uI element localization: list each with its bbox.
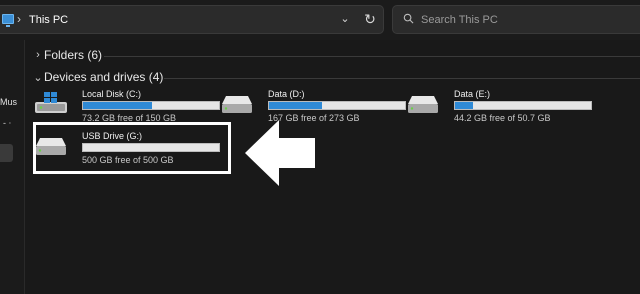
content-pane: › Folders (6) ⌄ Devices and drives (4) L… xyxy=(25,40,640,294)
address-history-dropdown-button[interactable]: ⌄ xyxy=(338,12,352,26)
windows-drive-icon xyxy=(35,92,67,113)
drive-name: Local Disk (C:) xyxy=(82,89,142,99)
group-divider xyxy=(164,78,640,79)
arrow-left-icon xyxy=(245,120,315,186)
chevron-right-icon[interactable]: › xyxy=(33,49,43,61)
drive-name: Data (E:) xyxy=(454,89,491,99)
drive-usage-bar xyxy=(454,101,592,110)
hard-drive-icon xyxy=(222,96,252,113)
highlight-box xyxy=(33,122,231,174)
drive-usage-fill xyxy=(83,102,153,109)
this-pc-icon xyxy=(2,14,14,27)
nav-pin-mark: - ⋅ xyxy=(3,118,12,128)
title-address-bar: › This PC ⌄ ↻ xyxy=(0,0,640,40)
drive-name: Data (D:) xyxy=(268,89,305,99)
breadcrumb-chevron-icon[interactable]: › xyxy=(17,12,21,26)
drive-usage-fill xyxy=(455,102,473,109)
group-header-folders[interactable]: › Folders (6) xyxy=(32,47,640,65)
refresh-button[interactable]: ↻ xyxy=(362,11,378,27)
drive-usage-bar xyxy=(82,101,220,110)
drive-free-space: 44.2 GB free of 50.7 GB xyxy=(454,113,551,123)
drive-usage-bar xyxy=(268,101,406,110)
navigation-pane: Mus - ⋅ xyxy=(0,40,24,294)
nav-item-music-label[interactable]: Mus xyxy=(0,97,17,107)
drive-tile-e[interactable]: Data (E:) 44.2 GB free of 50.7 GB xyxy=(407,89,597,129)
search-input[interactable] xyxy=(421,12,631,28)
chevron-down-icon[interactable]: ⌄ xyxy=(33,71,43,84)
drive-usage-fill xyxy=(269,102,323,109)
breadcrumb-this-pc[interactable]: This PC xyxy=(29,14,68,26)
group-divider xyxy=(104,56,640,57)
search-box[interactable] xyxy=(392,5,640,34)
nav-item-selected[interactable] xyxy=(0,144,13,162)
group-label-devices: Devices and drives (4) xyxy=(44,70,164,84)
group-label-folders: Folders (6) xyxy=(44,48,103,62)
hard-drive-icon xyxy=(408,96,438,113)
group-header-devices[interactable]: ⌄ Devices and drives (4) xyxy=(32,69,640,87)
search-icon xyxy=(403,13,414,24)
address-bar[interactable]: › This PC ⌄ ↻ xyxy=(0,5,384,34)
